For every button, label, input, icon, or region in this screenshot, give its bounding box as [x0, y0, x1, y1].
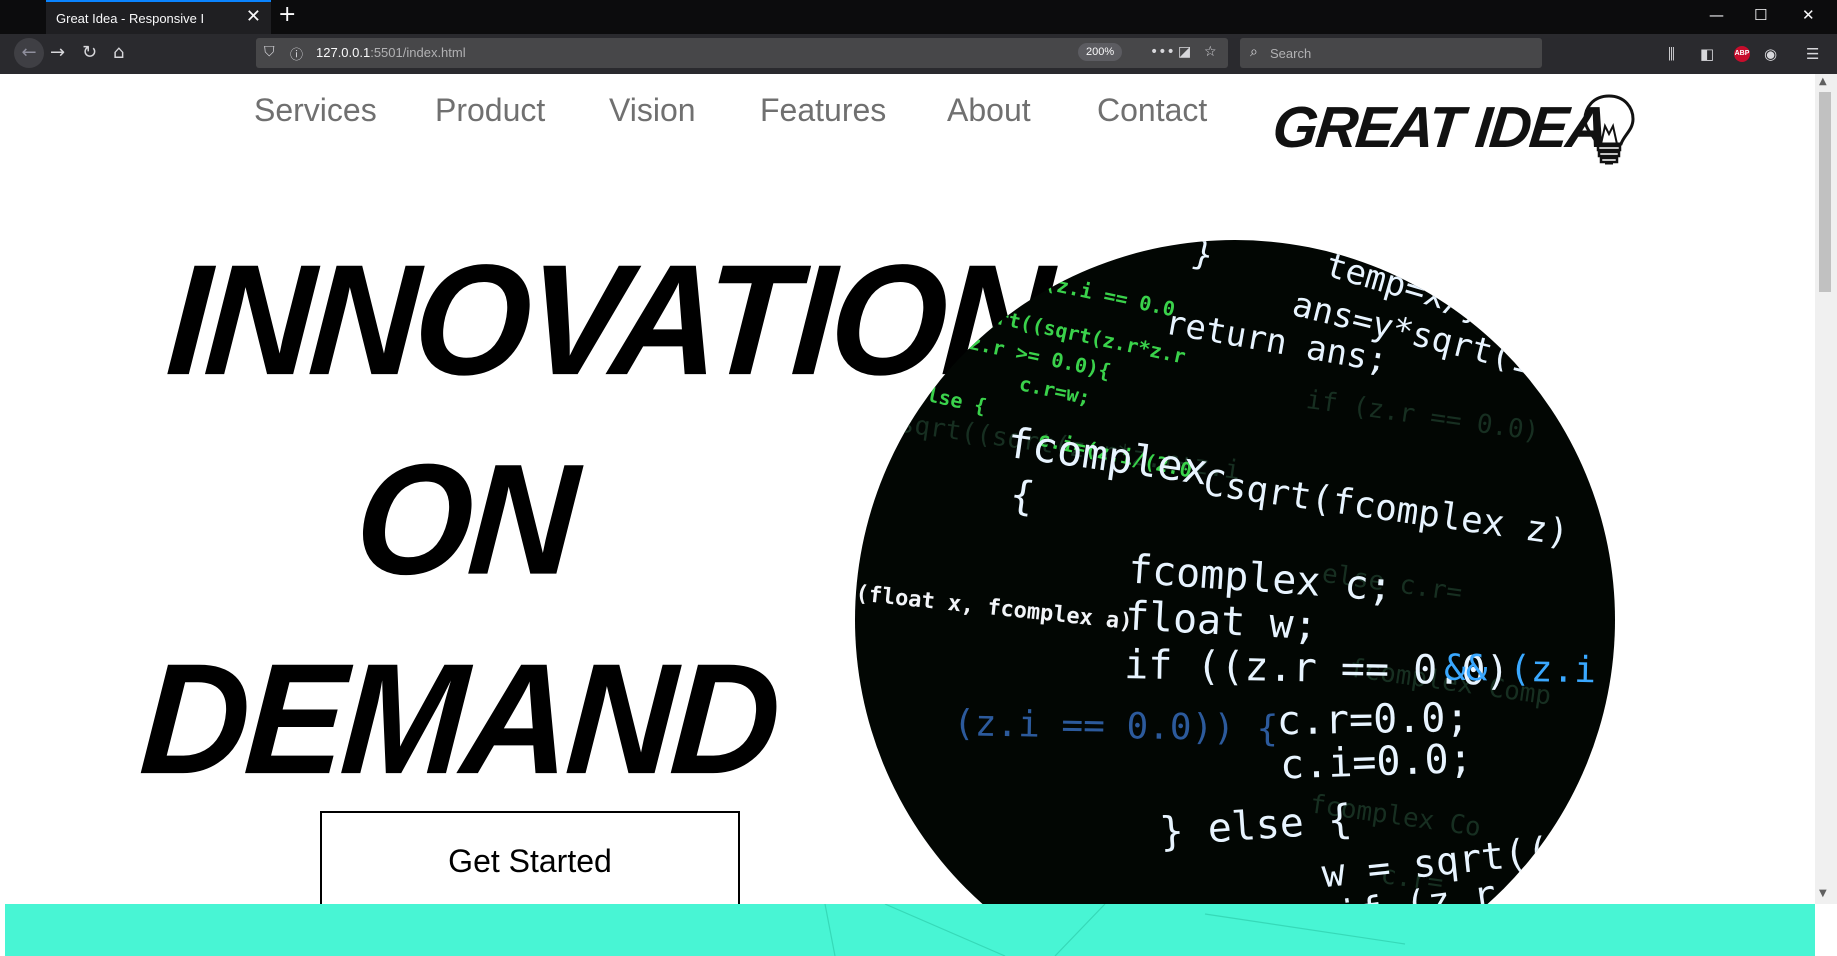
svg-text:a.i;: a.i; [855, 847, 877, 877]
adblock-icon[interactable]: ABP [1734, 46, 1750, 62]
hero-line-1: INNOVATION [162, 231, 1054, 408]
address-bar[interactable]: ⛉ ⓘ 127.0.0.1:5501/index.html 200% ••• ◪… [256, 38, 1228, 68]
tracking-shield-icon[interactable]: ⛉ [264, 44, 275, 60]
nav-link-vision[interactable]: Vision [609, 92, 696, 129]
account-icon[interactable]: ◉ [1764, 46, 1777, 62]
svg-text:{ (z.i == 0.0: { (z.i == 0.0 [1019, 265, 1177, 321]
get-started-button[interactable]: Get Started [320, 811, 740, 904]
page-actions-icon[interactable]: ••• [1150, 44, 1175, 60]
site-info-icon[interactable]: ⓘ [290, 44, 303, 63]
nav-link-contact[interactable]: Contact [1097, 92, 1207, 129]
svg-text:Csqrt(fcomplex z): Csqrt(fcomplex z) [1201, 463, 1572, 555]
url-host: 127.0.0.1 [316, 45, 371, 60]
forward-icon[interactable]: → [50, 42, 65, 64]
hero-headline: INNOVATION ON DEMAND [135, 220, 1054, 819]
svg-text:} else {: } else { [1158, 796, 1353, 855]
nav-link-services[interactable]: Services [254, 92, 377, 129]
search-bar[interactable]: ⌕ Search [1240, 38, 1542, 68]
svg-text:(z.i == 0.0)) {: (z.i == 0.0)) { [953, 703, 1279, 750]
tab-close-icon[interactable]: ✕ [246, 7, 261, 25]
bookmark-star-icon[interactable]: ☆ [1204, 44, 1217, 60]
url-text[interactable]: 127.0.0.1:5501/index.html [316, 45, 466, 60]
hero-code-image: sqrt((sqrt(z.r*z.r+z.i if (z.r == 0.0) e… [855, 240, 1615, 904]
library-icon[interactable]: ⫼ [1668, 46, 1675, 62]
svg-text:if (z.r == 0.0): if (z.r == 0.0) [1304, 385, 1541, 447]
browser-tab-bar: Great Idea - Responsive I ✕ + — ☐ ✕ [0, 0, 1837, 34]
svg-text:ex c;: ex c; [855, 787, 897, 819]
sidebar-icon[interactable]: ◧ [1700, 46, 1714, 62]
tab-title: Great Idea - Responsive I [56, 11, 205, 26]
nav-link-about[interactable]: About [947, 92, 1031, 129]
svg-text:c.i=0.0;: c.i=0.0; [1279, 736, 1473, 789]
band-decoration [824, 904, 1406, 956]
pocket-icon[interactable]: ◪ [1178, 44, 1191, 60]
url-path: :5501/index.html [370, 45, 466, 60]
site-navigation: Services Product Vision Features About C… [5, 92, 1815, 165]
scroll-thumb[interactable] [1819, 92, 1831, 292]
page-scrollbar[interactable]: ▲ ▼ [1815, 74, 1837, 904]
site-logo[interactable]: GREAT IDEA [1269, 94, 1610, 161]
minimize-button[interactable]: — [1709, 6, 1724, 24]
search-icon: ⌕ [1250, 44, 1258, 60]
code-screen-graphic: sqrt((sqrt(z.r*z.r+z.i if (z.r == 0.0) e… [855, 240, 1615, 904]
home-icon[interactable]: ⌂ [113, 42, 124, 64]
next-section-band [5, 904, 1815, 956]
svg-text:&& (z.i == 0.0)) {: && (z.i == 0.0)) { [1444, 648, 1615, 696]
browser-tab[interactable]: Great Idea - Responsive I ✕ [46, 0, 271, 34]
close-window-button[interactable]: ✕ [1802, 6, 1815, 24]
zoom-level-badge[interactable]: 200% [1078, 43, 1123, 61]
scroll-down-icon[interactable]: ▼ [1819, 888, 1827, 899]
back-icon[interactable]: ← [14, 38, 44, 68]
maximize-button[interactable]: ☐ [1754, 6, 1767, 24]
svg-text:}: } [1188, 240, 1218, 276]
nav-link-product[interactable]: Product [435, 92, 545, 129]
svg-text:float w;: float w; [1124, 593, 1319, 649]
svg-text:{: { [1007, 472, 1037, 521]
lightbulb-icon [1583, 94, 1635, 165]
svg-text:a.r;: a.r; [855, 817, 881, 847]
new-tab-button[interactable]: + [278, 4, 296, 26]
hero-line-2: ON [350, 430, 580, 608]
page-viewport: Services Product Vision Features About C… [5, 74, 1815, 904]
search-placeholder: Search [1270, 46, 1312, 61]
nav-link-features[interactable]: Features [760, 92, 886, 129]
menu-icon[interactable]: ☰ [1806, 46, 1819, 62]
svg-text:(float x, fcomplex a): (float x, fcomplex a) [855, 581, 1134, 635]
scroll-up-icon[interactable]: ▲ [1819, 76, 1827, 87]
hero-line-3: DEMAND [135, 630, 782, 807]
reload-icon[interactable]: ↻ [82, 42, 97, 64]
browser-toolbar: ← → ↻ ⌂ ⛉ ⓘ 127.0.0.1:5501/index.html 20… [0, 34, 1837, 74]
